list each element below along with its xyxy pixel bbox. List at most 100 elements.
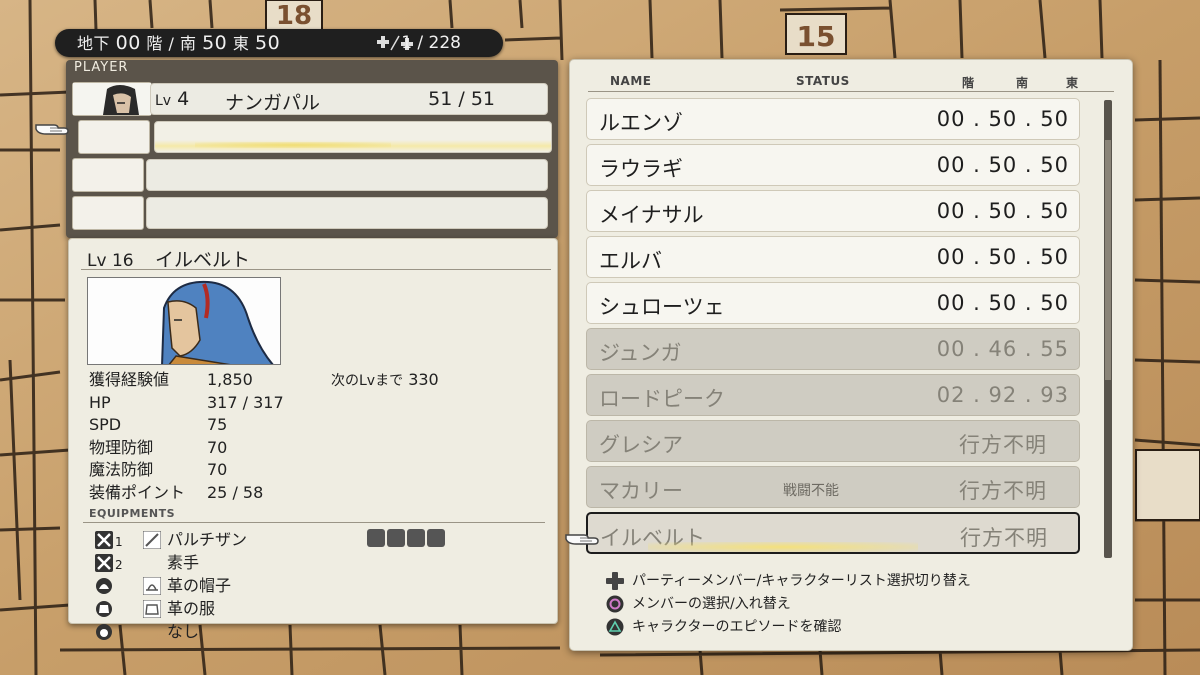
column-header-south: 南 xyxy=(1016,76,1029,90)
equipment-name: 革の帽子 xyxy=(167,576,232,595)
east-value: 50 xyxy=(254,32,281,54)
stat-label: 装備ポイント xyxy=(89,482,186,502)
slash-icon xyxy=(407,529,425,547)
stat-value: 1,850 xyxy=(207,370,253,389)
column-header-name: NAME xyxy=(610,74,652,88)
roster-location: 行方不明 xyxy=(960,526,1048,550)
equipment-name: 革の服 xyxy=(167,599,216,618)
east-label: 東 xyxy=(232,34,250,53)
body-slot-icon xyxy=(96,601,112,617)
armor-icon xyxy=(143,600,161,618)
roster-row[interactable]: ジュンガ 00 . 46 . 55 xyxy=(586,328,1080,370)
leader-name: ナンガパル xyxy=(225,92,321,114)
equipment-row-head[interactable]: 革の帽子 xyxy=(95,575,355,597)
column-header-floor: 階 xyxy=(962,76,975,90)
page-counter: 1 / 228 xyxy=(401,33,461,53)
south-value: 50 xyxy=(202,32,228,54)
party-slot-3-portrait[interactable] xyxy=(72,158,144,192)
party-slot-2-portrait[interactable] xyxy=(78,120,150,154)
accessory-slot-icon xyxy=(96,624,112,640)
equipment-name: 素手 xyxy=(167,553,200,572)
scrollbar-thumb[interactable] xyxy=(1105,140,1111,380)
column-header-status: STATUS xyxy=(796,74,850,88)
location-bar: 地下 00 階 / 南 50 東 50 1 / 228 xyxy=(55,29,503,57)
equipment-row-body[interactable]: 革の服 xyxy=(95,598,355,620)
dpad-icon xyxy=(606,572,624,590)
roster-location: 00 . 50 . 50 xyxy=(936,291,1069,315)
roster-row[interactable]: エルバ 00 . 50 . 50 xyxy=(586,236,1080,278)
column-header-east: 東 xyxy=(1066,76,1079,90)
roster-row[interactable]: メイナサル 00 . 50 . 50 xyxy=(586,190,1080,232)
character-portrait xyxy=(87,277,281,365)
chain-icon xyxy=(367,529,385,547)
slot-number: 2 xyxy=(115,558,123,572)
stat-value: 25 / 58 xyxy=(207,482,264,502)
shield-icon xyxy=(387,529,405,547)
roster-row[interactable]: ロードピーク 02 . 92 . 93 xyxy=(586,374,1080,416)
roster-location: 02 . 92 . 93 xyxy=(936,383,1069,407)
scatter-icon xyxy=(427,529,445,547)
crossed-swords-icon xyxy=(95,531,113,549)
stat-label: 獲得経験値 xyxy=(89,370,170,389)
character-detail-panel: Lv 16 イルベルト 獲得経験値 1,850 HP 317 / 317 SPD… xyxy=(68,238,558,641)
party-slot-1[interactable]: Lv 4 ナンガパル 51 / 51 xyxy=(150,83,548,115)
roster-name: グレシア xyxy=(599,433,683,457)
floor-label: 地下 xyxy=(77,34,111,53)
divider xyxy=(588,91,1114,92)
roster-location: 行方不明 xyxy=(959,479,1047,503)
roster-row[interactable]: ラウラギ 00 . 50 . 50 xyxy=(586,144,1080,186)
hat-icon xyxy=(143,577,161,595)
roster-row-selected[interactable]: イルベルト 行方不明 xyxy=(586,512,1080,554)
location-readout: 地下 00 階 / 南 50 東 50 xyxy=(77,29,280,58)
floor-value: 00 xyxy=(115,32,141,54)
stat-value: 317 / 317 xyxy=(207,392,284,412)
roster-name: ロードピーク xyxy=(599,387,725,411)
roster-scrollbar[interactable] xyxy=(1104,100,1112,558)
party-slot-1-portrait[interactable] xyxy=(72,82,152,116)
equipments-header: EQUIPMENTS xyxy=(89,507,176,520)
crossed-swords-icon xyxy=(95,554,113,572)
roster-location: 00 . 50 . 50 xyxy=(936,245,1069,269)
leader-level: Lv 4 xyxy=(155,88,189,110)
roster-name: エルバ xyxy=(599,249,662,273)
help-text: キャラクターのエピソードを確認 xyxy=(632,619,842,635)
equipment-row-weapon-1[interactable]: 1 パルチザン xyxy=(95,529,355,551)
leader-portrait xyxy=(73,83,151,115)
stat-label: SPD xyxy=(89,415,122,435)
equipment-row-weapon-2[interactable]: 2 素手 xyxy=(95,552,355,574)
party-slot-2[interactable] xyxy=(154,121,552,153)
hand-cursor-icon xyxy=(565,534,599,545)
party-slot-4[interactable] xyxy=(146,197,548,229)
map-tile-number: 18 xyxy=(276,1,312,31)
equipment-name: なし xyxy=(167,622,200,641)
character-name: イルベルト xyxy=(155,249,251,271)
roster-location: 00 . 50 . 50 xyxy=(936,153,1069,177)
stat-value: 70 xyxy=(207,437,228,457)
stat-value: 75 xyxy=(207,415,228,435)
roster-row[interactable]: シュローツェ 00 . 50 . 50 xyxy=(586,282,1080,324)
roster-name: イルベルト xyxy=(600,526,705,550)
stat-value: 70 xyxy=(207,460,228,480)
roster-row[interactable]: ルエンゾ 00 . 50 . 50 xyxy=(586,98,1080,140)
roster-name: ジュンガ xyxy=(599,341,682,365)
party-slot-3[interactable] xyxy=(146,159,548,191)
roster-row[interactable]: マカリー 戦闘不能 行方不明 xyxy=(586,466,1080,508)
roster-name: シュローツェ xyxy=(599,295,725,319)
roster-name: ラウラギ xyxy=(599,157,683,181)
roster-name: メイナサル xyxy=(599,203,704,227)
character-title: Lv 16 イルベルト xyxy=(87,245,250,272)
party-slot-4-portrait[interactable] xyxy=(72,196,144,230)
equipment-row-accessory[interactable]: なし xyxy=(95,621,355,643)
equipment-name: パルチザン xyxy=(167,530,248,549)
leader-hp: 51 / 51 xyxy=(428,88,495,110)
party-panel: PLAYER Lv 4 ナンガパル 51 / 51 xyxy=(66,60,558,238)
leader-lv-value: 4 xyxy=(177,88,190,110)
character-lv-value: 16 xyxy=(111,251,134,271)
stat-label: 物理防御 xyxy=(89,437,154,457)
roster-row[interactable]: グレシア 行方不明 xyxy=(586,420,1080,462)
circle-button-icon xyxy=(606,595,624,613)
roster-location: 00 . 50 . 50 xyxy=(936,199,1069,223)
help-text: パーティーメンバー/キャラクターリスト選択切り替え xyxy=(632,573,971,589)
south-label: 南 xyxy=(179,34,197,53)
helmet-slot-icon xyxy=(96,578,112,594)
